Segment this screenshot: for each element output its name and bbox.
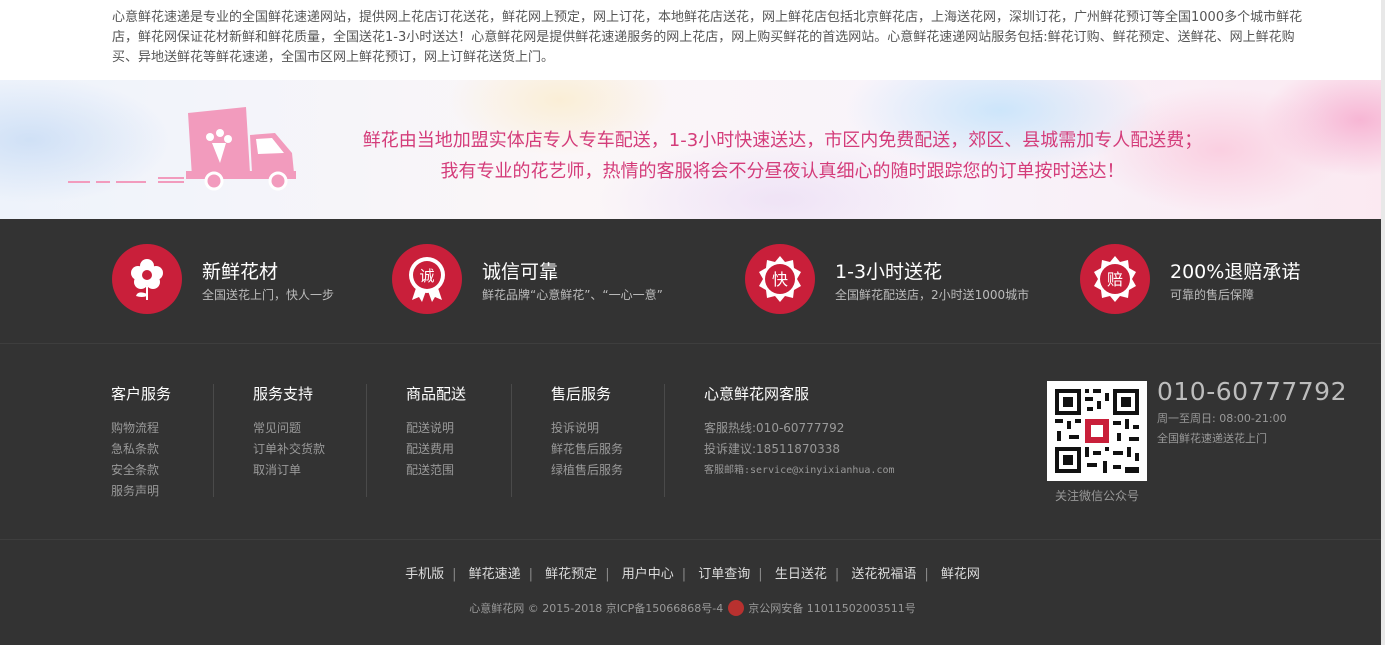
bottom-link-user-center[interactable]: 用户中心 bbox=[614, 567, 682, 582]
footer-link[interactable]: 鲜花售后服务 bbox=[551, 439, 623, 460]
footer-link[interactable]: 安全条款 bbox=[111, 460, 171, 481]
wechat-qr-code bbox=[1047, 381, 1147, 481]
feature-title: 诚信可靠 bbox=[482, 261, 559, 283]
banner-line-2: 我有专业的花艺师，热情的客服将会不分昼夜认真细心的随时跟踪您的订单按时送达！ bbox=[440, 161, 1125, 182]
bottom-link-express[interactable]: 鲜花速递 bbox=[461, 567, 529, 582]
footer-link[interactable]: 购物流程 bbox=[111, 418, 171, 439]
bottom-link-flower-site[interactable]: 鲜花网 bbox=[933, 567, 988, 582]
email-link[interactable]: 客服邮箱:service@xinyixianhua.com bbox=[704, 460, 895, 481]
banner-line-1: 鲜花由当地加盟实体店专人专车配送，1-3小时快速送达，市区内免费配送，郊区、县城… bbox=[362, 130, 1203, 151]
column-divider bbox=[664, 384, 665, 497]
footer-col-delivery: 商品配送 配送说明 配送费用 配送范围 bbox=[406, 383, 466, 481]
feature-desc: 全国鲜花配送店，2小时送1000城市 bbox=[835, 288, 1030, 302]
bottom-link-birthday[interactable]: 生日送花 bbox=[767, 567, 835, 582]
column-title: 售后服务 bbox=[551, 385, 612, 403]
svg-text:赔: 赔 bbox=[1107, 270, 1123, 289]
column-divider bbox=[366, 384, 367, 497]
footer-link[interactable]: 配送说明 bbox=[406, 418, 466, 439]
footer-col-customer-hotline: 心意鲜花网客服 客服热线:010-60777792 投诉建议:185118703… bbox=[704, 383, 895, 481]
footer-link[interactable]: 服务声明 bbox=[111, 481, 171, 502]
flower-icon bbox=[131, 259, 163, 300]
footer-link[interactable]: 急私条款 bbox=[111, 439, 171, 460]
service-hours: 周一至周日: 08:00-21:00 bbox=[1157, 412, 1287, 425]
hotline-text: 客服热线:010-60777792 bbox=[704, 421, 845, 435]
footer-link[interactable]: 绿植售后服务 bbox=[551, 460, 623, 481]
fast-icon: 快 bbox=[759, 256, 801, 302]
qr-caption: 关注微信公众号 bbox=[1054, 489, 1139, 503]
bottom-link-preorder[interactable]: 鲜花预定 bbox=[537, 567, 605, 582]
footer-col-customer-service: 客户服务 购物流程 急私条款 安全条款 服务声明 bbox=[111, 383, 171, 502]
service-phone: 010-60777792 bbox=[1157, 377, 1347, 406]
bottom-link-mobile[interactable]: 手机版 bbox=[397, 567, 452, 582]
footer-col-after-sales: 售后服务 投诉说明 鲜花售后服务 绿植售后服务 bbox=[551, 383, 623, 481]
intro-section: 心意鲜花速递是专业的全国鲜花速递网站，提供网上花店订花送花，鲜花网上预定，网上订… bbox=[0, 0, 1385, 80]
column-divider bbox=[213, 384, 214, 497]
divider bbox=[0, 539, 1385, 540]
police-record-text[interactable]: 京公网安备 11011502003511号 bbox=[748, 602, 915, 615]
footer-link[interactable]: 配送范围 bbox=[406, 460, 466, 481]
seal-icon: 诚 bbox=[409, 257, 445, 302]
footer-link[interactable]: 投诉说明 bbox=[551, 418, 623, 439]
column-title: 心意鲜花网客服 bbox=[704, 385, 810, 403]
feature-desc: 可靠的售后保障 bbox=[1170, 288, 1255, 302]
bottom-link-blessings[interactable]: 送花祝福语 bbox=[843, 567, 924, 582]
svg-text:快: 快 bbox=[772, 270, 788, 289]
footer-link[interactable]: 订单补交货款 bbox=[253, 439, 325, 460]
complaint-phone-text: 投诉建议:18511870338 bbox=[704, 442, 841, 456]
column-title: 客户服务 bbox=[111, 385, 172, 403]
feature-desc: 全国送花上门，快人一步 bbox=[202, 288, 335, 302]
feature-desc: 鲜花品牌“心意鲜花”、“一心一意” bbox=[482, 288, 663, 302]
column-title: 服务支持 bbox=[253, 385, 314, 403]
page-scrollbar[interactable] bbox=[1381, 0, 1385, 645]
site-footer: 新鲜花材 全国送花上门，快人一步 诚 诚信可靠 鲜花品牌“心意鲜花”、“一心一意… bbox=[0, 219, 1385, 645]
bottom-link-order-query[interactable]: 订单查询 bbox=[690, 567, 758, 582]
svg-text:诚: 诚 bbox=[419, 267, 434, 285]
copyright-text: 心意鲜花网 © 2015-2018 京ICP备15066868号-4 bbox=[469, 602, 724, 615]
footer-link[interactable]: 常见问题 bbox=[253, 418, 325, 439]
feature-title: 200%退赔承诺 bbox=[1170, 261, 1301, 283]
service-note: 全国鲜花速递送花上门 bbox=[1157, 432, 1267, 445]
police-badge-icon bbox=[727, 600, 744, 616]
delivery-banner: 鲜花由当地加盟实体店专人专车配送，1-3小时快速送达，市区内免费配送，郊区、县城… bbox=[0, 80, 1385, 219]
bottom-nav: 手机版 | 鲜花速递 | 鲜花预定 | 用户中心 | 订单查询 | 生日送花 | 送花祝福语… bbox=[0, 563, 1385, 582]
service-hours-block: 周一至周日: 08:00-21:00 全国鲜花速递送花上门 bbox=[1157, 409, 1287, 449]
copyright: 心意鲜花网 © 2015-2018 京ICP备15066868号-4 京公网安备… bbox=[0, 600, 1385, 616]
column-divider bbox=[511, 384, 512, 497]
compensation-icon: 赔 bbox=[1094, 256, 1136, 302]
footer-col-support: 服务支持 常见问题 订单补交货款 取消订单 bbox=[253, 383, 325, 481]
footer-link[interactable]: 配送费用 bbox=[406, 439, 466, 460]
feature-title: 新鲜花材 bbox=[202, 261, 279, 283]
divider bbox=[0, 343, 1385, 344]
footer-link[interactable]: 取消订单 bbox=[253, 460, 325, 481]
feature-title: 1-3小时送花 bbox=[835, 261, 943, 283]
intro-text: 心意鲜花速递是专业的全国鲜花速递网站，提供网上花店订花送花，鲜花网上预定，网上订… bbox=[112, 10, 1303, 65]
column-title: 商品配送 bbox=[406, 385, 467, 403]
